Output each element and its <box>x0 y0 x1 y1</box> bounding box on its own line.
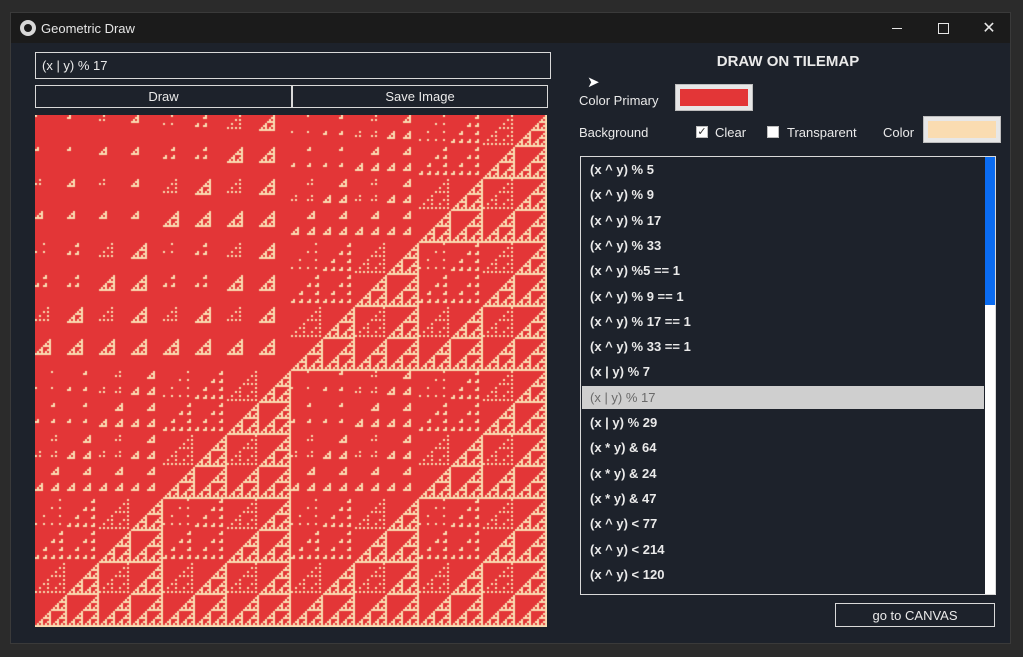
list-item[interactable]: (x | y) % 29 <box>582 411 984 434</box>
background-label: Background <box>579 125 649 140</box>
draw-button[interactable]: Draw <box>35 85 292 108</box>
maximize-icon <box>937 22 949 34</box>
transparent-checkbox[interactable] <box>767 126 779 138</box>
color-primary-label: Color Primary <box>579 93 659 108</box>
list-item[interactable]: (x ^ y) % 5 <box>582 158 984 181</box>
transparent-label: Transparent <box>787 125 857 140</box>
window-title: Geometric Draw <box>41 21 135 36</box>
list-item[interactable]: (x ^ y) % 33 <box>582 234 984 257</box>
pattern-canvas[interactable] <box>35 115 547 627</box>
primary-color-picker[interactable] <box>675 84 753 111</box>
close-icon: ✕ <box>982 20 996 37</box>
list-item[interactable]: (x * y) & 64 <box>582 436 984 459</box>
close-button[interactable]: ✕ <box>966 13 1012 43</box>
maximize-button[interactable] <box>920 13 966 43</box>
app-logo-icon <box>20 20 36 36</box>
list-item[interactable]: (x ^ y) < 77 <box>582 512 984 535</box>
title-bar[interactable]: Geometric Draw ✕ <box>11 13 1010 43</box>
minimize-icon <box>892 27 902 29</box>
background-color-label: Color <box>883 125 915 140</box>
list-item[interactable]: (x * y) & 47 <box>582 487 984 510</box>
scrollbar-thumb[interactable] <box>985 157 995 305</box>
list-item[interactable]: (x ^ y) < 214 <box>582 538 984 561</box>
list-item[interactable]: (x ^ y) % 9 == 1 <box>582 285 984 308</box>
primary-color-swatch <box>680 89 748 106</box>
expression-input[interactable] <box>35 52 551 79</box>
save-image-button[interactable]: Save Image <box>292 85 548 108</box>
list-item[interactable]: (x ^ y) % 9 <box>582 183 984 206</box>
clear-label: Clear <box>715 125 747 140</box>
tilemap-heading: DRAW ON TILEMAP <box>716 53 860 70</box>
list-item[interactable]: (x ^ y) %5 == 1 <box>582 259 984 282</box>
mouse-cursor-icon: ➤ <box>587 74 600 91</box>
list-item[interactable]: (x * y) & 24 <box>582 462 984 485</box>
list-item[interactable]: (x | y) % 7 <box>582 360 984 383</box>
go-to-canvas-button[interactable]: go to CANVAS <box>835 603 995 627</box>
minimize-button[interactable] <box>874 13 920 43</box>
list-item[interactable]: (x ^ y) < 120 <box>582 563 984 586</box>
list-item[interactable]: (x | y) % 17 <box>582 385 984 409</box>
clear-checkbox[interactable]: ✓ <box>696 126 708 138</box>
list-item[interactable]: (x ^ y) % 33 == 1 <box>582 335 984 358</box>
background-color-picker[interactable] <box>923 116 1001 143</box>
background-color-swatch <box>928 121 996 138</box>
list-item[interactable]: (x ^ y) % 17 == 1 <box>582 310 984 333</box>
app-window: Geometric Draw ✕ Draw Save Image DRAW ON… <box>10 12 1011 644</box>
expression-list[interactable]: (x ^ y) < 120 (x ^ y) < 214 (x ^ y) < 77 (x… <box>580 156 996 595</box>
drawing-canvas[interactable] <box>35 115 547 627</box>
list-item[interactable]: (x ^ y) % 17 <box>582 209 984 232</box>
